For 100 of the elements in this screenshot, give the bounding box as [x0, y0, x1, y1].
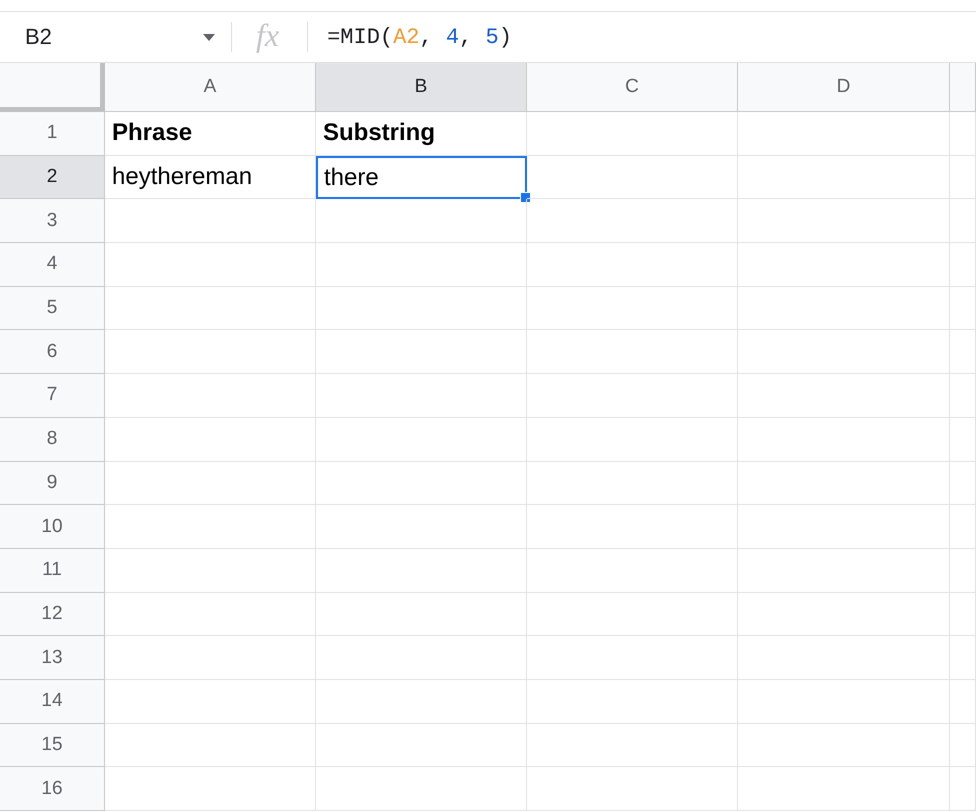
table-cell[interactable]: [105, 767, 316, 811]
table-cell[interactable]: [316, 505, 527, 549]
table-cell[interactable]: [105, 548, 316, 593]
row-header[interactable]: 11: [0, 548, 105, 593]
table-cell[interactable]: [738, 286, 950, 330]
table-cell[interactable]: [105, 462, 316, 506]
table-cell[interactable]: [527, 199, 738, 244]
table-cell[interactable]: [316, 767, 527, 811]
column-header[interactable]: D: [738, 63, 950, 112]
table-cell[interactable]: [105, 199, 316, 244]
table-cell[interactable]: [105, 505, 316, 549]
row-header[interactable]: 16: [0, 767, 105, 811]
column-header[interactable]: B: [316, 63, 527, 112]
table-cell[interactable]: [738, 767, 950, 811]
table-cell[interactable]: [527, 243, 738, 287]
column-header[interactable]: C: [527, 63, 738, 112]
row-header[interactable]: 1: [0, 112, 105, 156]
table-cell[interactable]: [527, 112, 738, 156]
dropdown-caret-icon[interactable]: [203, 34, 215, 40]
table-cell[interactable]: Phrase: [105, 112, 316, 156]
table-cell[interactable]: [950, 156, 976, 200]
table-cell[interactable]: [950, 592, 976, 636]
table-cell[interactable]: [527, 592, 738, 636]
table-cell[interactable]: [950, 680, 976, 724]
table-cell[interactable]: [950, 243, 976, 287]
table-cell[interactable]: [738, 724, 950, 768]
name-box[interactable]: B2: [0, 24, 203, 50]
table-cell[interactable]: [316, 636, 527, 680]
table-cell[interactable]: [527, 548, 738, 593]
table-cell[interactable]: [738, 680, 950, 724]
table-cell[interactable]: [950, 330, 976, 374]
table-cell[interactable]: [738, 505, 950, 549]
row-header[interactable]: 12: [0, 592, 105, 636]
table-cell[interactable]: [950, 636, 976, 680]
table-cell[interactable]: [738, 462, 950, 506]
table-cell[interactable]: [105, 374, 316, 418]
table-cell[interactable]: [950, 724, 976, 768]
row-header[interactable]: 14: [0, 680, 105, 724]
row-header[interactable]: 9: [0, 462, 105, 506]
table-cell[interactable]: [105, 286, 316, 330]
column-header[interactable]: [950, 63, 976, 112]
table-cell[interactable]: [950, 548, 976, 593]
table-cell[interactable]: [316, 374, 527, 418]
table-cell[interactable]: [105, 680, 316, 724]
table-cell[interactable]: [950, 767, 976, 811]
column-header[interactable]: A: [105, 63, 316, 112]
table-cell[interactable]: [105, 330, 316, 374]
row-header[interactable]: 3: [0, 199, 105, 244]
table-cell[interactable]: [527, 636, 738, 680]
table-cell[interactable]: [316, 243, 527, 287]
table-cell[interactable]: [527, 767, 738, 811]
table-cell[interactable]: [105, 724, 316, 768]
table-cell[interactable]: [316, 199, 527, 244]
table-cell[interactable]: [950, 418, 976, 462]
table-cell[interactable]: [316, 330, 527, 374]
row-header[interactable]: 7: [0, 374, 105, 418]
table-cell[interactable]: [316, 462, 527, 506]
table-cell[interactable]: [316, 592, 527, 636]
table-cell[interactable]: heythereman: [105, 156, 316, 200]
table-cell[interactable]: [738, 374, 950, 418]
table-cell[interactable]: [527, 286, 738, 330]
table-cell[interactable]: [527, 505, 738, 549]
table-cell[interactable]: [950, 199, 976, 244]
row-header[interactable]: 2: [0, 156, 105, 200]
table-cell[interactable]: [316, 418, 527, 462]
table-cell[interactable]: [950, 286, 976, 330]
table-cell[interactable]: [527, 724, 738, 768]
table-cell[interactable]: [105, 243, 316, 287]
table-cell[interactable]: [738, 243, 950, 287]
table-cell[interactable]: [527, 330, 738, 374]
table-cell[interactable]: [950, 112, 976, 156]
table-cell[interactable]: [105, 636, 316, 680]
fill-handle[interactable]: [520, 192, 531, 204]
table-cell[interactable]: [527, 462, 738, 506]
row-header[interactable]: 5: [0, 286, 105, 330]
table-cell[interactable]: [316, 286, 527, 330]
table-cell[interactable]: [527, 156, 738, 200]
table-cell[interactable]: [738, 548, 950, 593]
table-cell[interactable]: [738, 330, 950, 374]
table-cell[interactable]: [950, 374, 976, 418]
table-cell[interactable]: [950, 462, 976, 506]
table-cell[interactable]: Substring: [316, 112, 527, 156]
table-cell[interactable]: [527, 680, 738, 724]
table-cell[interactable]: [316, 724, 527, 768]
table-cell[interactable]: [738, 199, 950, 244]
table-cell[interactable]: [738, 156, 950, 200]
row-header[interactable]: 6: [0, 330, 105, 374]
row-header[interactable]: 8: [0, 418, 105, 462]
row-header[interactable]: 15: [0, 724, 105, 768]
table-cell[interactable]: [527, 418, 738, 462]
row-header[interactable]: 4: [0, 243, 105, 287]
row-header[interactable]: 13: [0, 636, 105, 680]
select-all-corner[interactable]: [0, 63, 105, 112]
table-cell[interactable]: [527, 374, 738, 418]
formula-input[interactable]: =MID(A2, 4, 5): [327, 24, 512, 50]
row-header[interactable]: 10: [0, 505, 105, 549]
table-cell[interactable]: [105, 592, 316, 636]
table-cell[interactable]: [950, 505, 976, 549]
table-cell[interactable]: [738, 636, 950, 680]
table-cell[interactable]: [738, 418, 950, 462]
